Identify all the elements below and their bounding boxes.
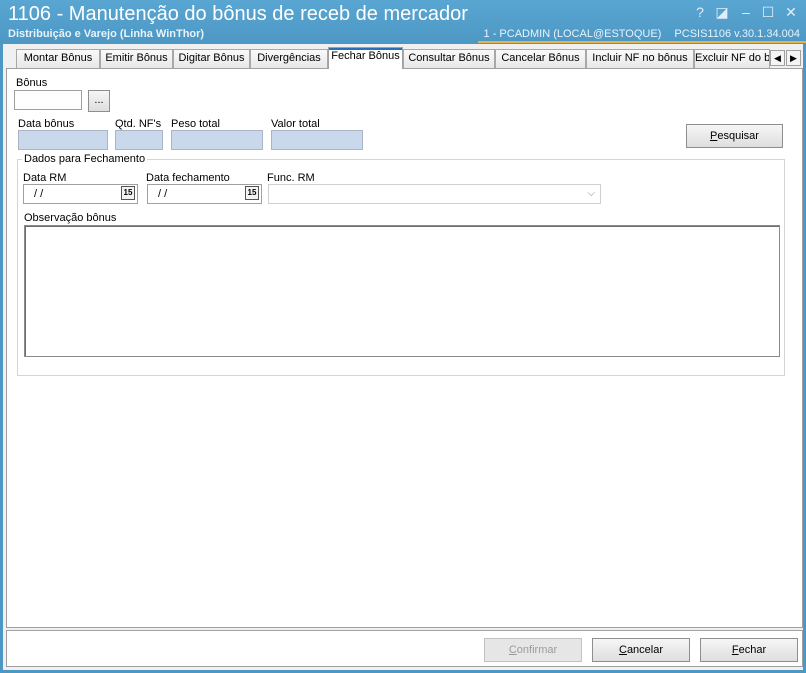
window-subtitle: Distribuição e Varejo (Linha WinThor) bbox=[8, 28, 205, 40]
fechar-label: echar bbox=[738, 644, 767, 656]
bonus-lookup-button[interactable]: ... bbox=[88, 90, 110, 112]
fechar-bonus-panel: Bônus ... Data bônus Qtd. NF's Peso tota… bbox=[6, 68, 803, 628]
confirmar-label: onfirmar bbox=[516, 644, 558, 656]
tab-cancelar-bonus[interactable]: Cancelar Bônus bbox=[495, 49, 586, 68]
qtd-nfs-field bbox=[115, 130, 163, 150]
cancelar-mnemonic: C bbox=[618, 644, 627, 656]
cancelar-button[interactable]: Cancelar bbox=[592, 638, 690, 662]
main-window: Montar Bônus Emitir Bônus Digitar Bônus … bbox=[0, 44, 806, 673]
confirmar-mnemonic: C bbox=[508, 644, 517, 656]
confirmar-button[interactable]: Confirmar bbox=[484, 638, 582, 662]
close-icon[interactable]: ✕ bbox=[783, 4, 799, 20]
cancelar-label: ancelar bbox=[626, 644, 664, 656]
calendar-icon[interactable]: 15 bbox=[121, 186, 135, 200]
data-bonus-field bbox=[18, 130, 108, 150]
data-rm-label: Data RM bbox=[23, 172, 67, 184]
pesquisar-label: esquisar bbox=[717, 130, 759, 142]
tab-scroll-left-icon[interactable]: ◀ bbox=[770, 50, 785, 66]
tab-scroll-right-icon[interactable]: ▶ bbox=[786, 50, 801, 66]
data-rm-input[interactable]: / / 15 bbox=[23, 184, 138, 204]
data-fechamento-value: / / bbox=[158, 188, 168, 200]
bonus-label: Bônus bbox=[16, 77, 48, 89]
qtd-nfs-label: Qtd. NF's bbox=[115, 118, 162, 130]
tab-montar-bonus[interactable]: Montar Bônus bbox=[16, 49, 100, 68]
title-bar: 1106 - Manutenção do bônus de receb de m… bbox=[0, 0, 806, 44]
peso-total-field bbox=[171, 130, 263, 150]
tab-divergencias[interactable]: Divergências bbox=[250, 49, 328, 68]
bonus-input[interactable] bbox=[14, 90, 82, 110]
data-rm-value: / / bbox=[34, 188, 44, 200]
observacao-label: Observação bônus bbox=[24, 212, 117, 224]
func-rm-select[interactable]: ⌵ bbox=[268, 184, 601, 204]
maximize-icon[interactable]: ☐ bbox=[760, 4, 776, 20]
restore-layout-icon[interactable]: ◪ bbox=[714, 4, 730, 20]
dados-fechamento-group: Dados para Fechamento Data RM / / 15 Dat… bbox=[17, 153, 785, 376]
window-title: 1106 - Manutenção do bônus de receb de m… bbox=[8, 3, 468, 25]
peso-total-label: Peso total bbox=[171, 118, 220, 130]
tab-emitir-bonus[interactable]: Emitir Bônus bbox=[100, 49, 173, 68]
tab-consultar-bonus[interactable]: Consultar Bônus bbox=[403, 49, 495, 68]
tab-fechar-bonus[interactable]: Fechar Bônus bbox=[328, 47, 403, 69]
data-bonus-label: Data bônus bbox=[18, 118, 75, 130]
func-rm-label: Func. RM bbox=[267, 172, 315, 184]
footer-bar: Confirmar Cancelar Fechar bbox=[6, 630, 803, 667]
fechar-mnemonic: F bbox=[731, 644, 739, 656]
tab-strip: Montar Bônus Emitir Bônus Digitar Bônus … bbox=[6, 47, 803, 69]
tab-digitar-bonus[interactable]: Digitar Bônus bbox=[173, 49, 250, 68]
tab-incluir-nf[interactable]: Incluir NF no bônus bbox=[586, 49, 694, 68]
data-fechamento-label: Data fechamento bbox=[146, 172, 230, 184]
observacao-textarea[interactable] bbox=[24, 225, 780, 357]
fechar-button[interactable]: Fechar bbox=[700, 638, 798, 662]
chevron-down-icon[interactable]: ⌵ bbox=[587, 188, 595, 199]
version-info: PCSIS1106 v.30.1.34.004 bbox=[674, 28, 800, 40]
minimize-icon[interactable]: ‒ bbox=[738, 4, 754, 20]
pesquisar-button[interactable]: Pesquisar bbox=[686, 124, 783, 148]
user-info: 1 - PCADMIN (LOCAL@ESTOQUE) bbox=[483, 28, 662, 40]
group-title: Dados para Fechamento bbox=[22, 153, 148, 165]
system-info: 1 - PCADMIN (LOCAL@ESTOQUE) PCSIS1106 v.… bbox=[484, 28, 800, 40]
valor-total-label: Valor total bbox=[271, 118, 320, 130]
calendar-icon[interactable]: 15 bbox=[245, 186, 259, 200]
tab-excluir-nf[interactable]: Excluir NF do b bbox=[694, 49, 770, 68]
valor-total-field bbox=[271, 130, 363, 150]
title-accent-line bbox=[478, 41, 806, 43]
data-fechamento-input[interactable]: / / 15 bbox=[147, 184, 262, 204]
help-icon[interactable]: ? bbox=[692, 4, 708, 20]
